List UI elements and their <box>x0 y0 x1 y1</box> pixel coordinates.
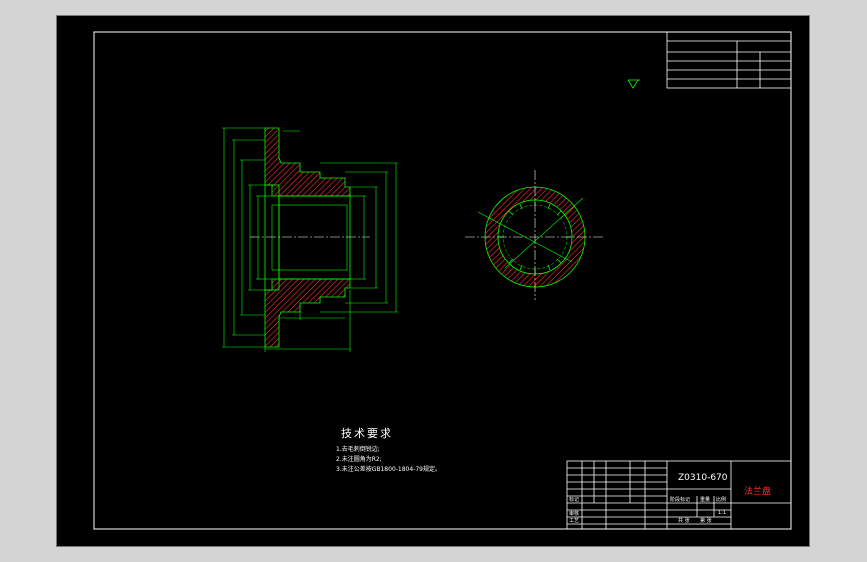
drawing-number: Z0310-670 <box>678 473 728 483</box>
bore <box>278 195 351 280</box>
section-view <box>222 127 398 352</box>
surface-finish-symbol <box>627 79 640 89</box>
tech-requirement-2: 2.未注圆角为R2; <box>336 456 382 463</box>
tech-requirement-1: 1.去毛刺倒锐边; <box>336 446 380 453</box>
flange-section-upper <box>264 127 351 197</box>
tech-requirement-3: 3.未注公差按GB1800-1804-79规定。 <box>336 466 441 473</box>
label-stage: 阶段标记 <box>670 497 691 503</box>
label-sheet-no: 第 张 <box>700 518 712 524</box>
cad-drawing-canvas <box>93 31 792 530</box>
end-view <box>465 170 603 300</box>
label-weight: 重量 <box>700 497 711 503</box>
label-sheets-total: 共 张 <box>678 518 690 524</box>
label-review: 审核 <box>569 511 580 517</box>
tech-requirements-title: 技术要求 <box>341 427 393 440</box>
flange-section-lower <box>264 278 351 348</box>
label-process: 工艺 <box>569 518 580 524</box>
part-name: 法兰盘 <box>744 487 772 497</box>
label-scale: 比例 <box>716 497 727 503</box>
label-mark: 标记 <box>569 497 580 503</box>
inner-border <box>93 31 792 530</box>
roughness-table <box>666 31 792 89</box>
scale-value: 1:1 <box>718 510 727 516</box>
